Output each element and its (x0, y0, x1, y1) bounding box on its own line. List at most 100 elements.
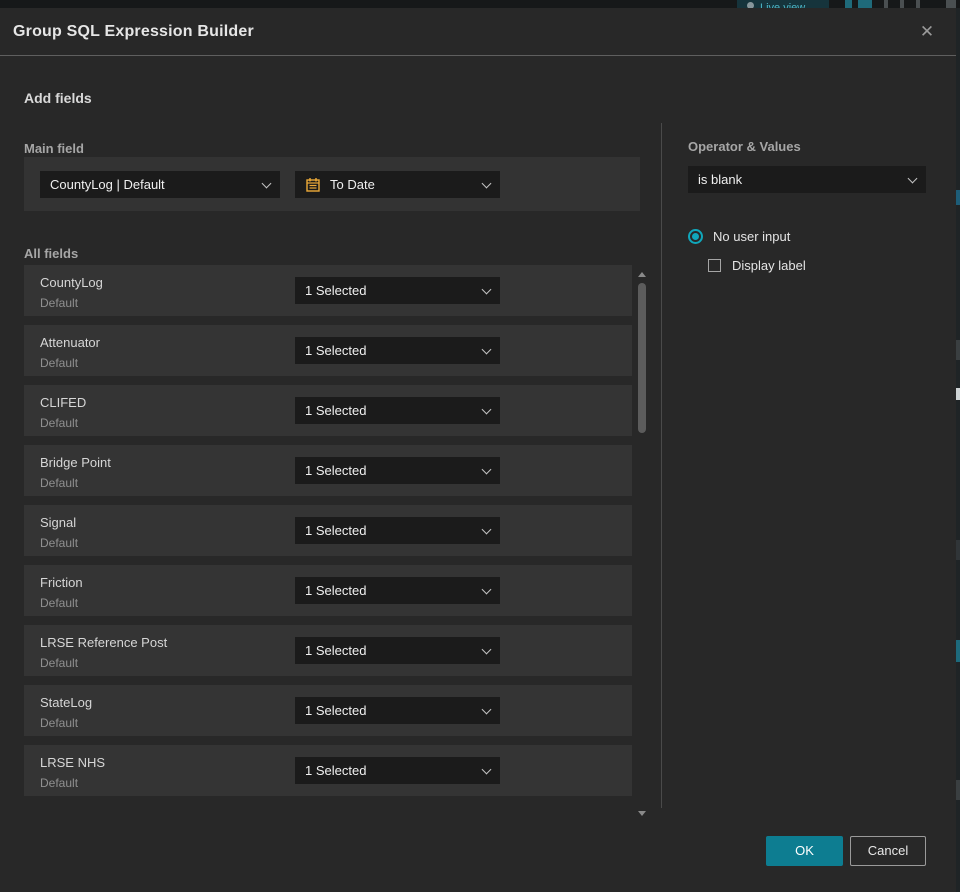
field-selection-value: 1 Selected (305, 643, 367, 658)
field-name: StateLog (40, 695, 93, 710)
chevron-down-icon (481, 704, 492, 714)
display-label-text: Display label (732, 258, 806, 273)
all-fields-label: All fields (24, 246, 79, 261)
main-field-dropdown[interactable]: CountyLog | Default (40, 171, 280, 198)
field-selection-dropdown[interactable]: 1 Selected (295, 757, 500, 784)
field-name: CountyLog (40, 275, 103, 290)
field-name: CLIFED (40, 395, 87, 410)
toolbar-icon-fragment (946, 0, 956, 8)
field-sub-label: Default (40, 596, 79, 610)
field-row: StateLog Default 1 Selected (24, 685, 632, 736)
field-name: LRSE Reference Post (40, 635, 168, 650)
field-name: Bridge Point (40, 455, 111, 470)
field-selection-value: 1 Selected (305, 283, 367, 298)
toolbar-icon-fragment (858, 0, 872, 8)
toolbar-icon-fragment (884, 0, 888, 8)
radio-selected-icon (688, 229, 703, 244)
checkbox-unchecked-icon (708, 259, 721, 272)
all-fields-list: CountyLog Default 1 Selected Attenuator … (24, 265, 632, 805)
calendar-icon (305, 177, 321, 193)
field-selection-value: 1 Selected (305, 403, 367, 418)
field-sub-label: Default (40, 716, 79, 730)
chevron-down-icon (481, 524, 492, 534)
background-fragment (956, 640, 960, 662)
field-selection-value: 1 Selected (305, 583, 367, 598)
field-sub-label: Default (40, 656, 79, 670)
field-selection-dropdown[interactable]: 1 Selected (295, 697, 500, 724)
operator-dropdown[interactable]: is blank (688, 166, 926, 193)
field-sub-label: Default (40, 416, 79, 430)
no-user-input-radio[interactable]: No user input (688, 229, 790, 244)
dialog-title: Group SQL Expression Builder (13, 22, 254, 40)
field-selection-dropdown[interactable]: 1 Selected (295, 637, 500, 664)
chevron-down-icon (481, 178, 492, 188)
field-selection-dropdown[interactable]: 1 Selected (295, 517, 500, 544)
fields-scrollbar[interactable] (637, 270, 647, 818)
panel-divider (661, 123, 662, 808)
field-name: Attenuator (40, 335, 100, 350)
field-sub-label: Default (40, 776, 79, 790)
chevron-down-icon (907, 173, 918, 183)
background-fragment (956, 540, 960, 560)
chevron-down-icon (481, 764, 492, 774)
operator-dropdown-value: is blank (698, 172, 743, 187)
field-name: Friction (40, 575, 83, 590)
field-row: Friction Default 1 Selected (24, 565, 632, 616)
chevron-down-icon (481, 584, 492, 594)
field-selection-dropdown[interactable]: 1 Selected (295, 577, 500, 604)
background-fragment (956, 780, 960, 800)
operator-values-label: Operator & Values (688, 139, 801, 154)
background-fragment (956, 388, 960, 400)
field-name: Signal (40, 515, 77, 530)
field-row: LRSE NHS Default 1 Selected (24, 745, 632, 796)
ok-button[interactable]: OK (766, 836, 843, 866)
background-fragment (956, 190, 960, 205)
field-row: CLIFED Default 1 Selected (24, 385, 632, 436)
field-row: CountyLog Default 1 Selected (24, 265, 632, 316)
field-selection-value: 1 Selected (305, 763, 367, 778)
background-app-edge (956, 8, 960, 892)
chevron-down-icon (481, 404, 492, 414)
toolbar-icon-fragment (845, 0, 852, 8)
add-fields-heading: Add fields (24, 90, 92, 106)
field-selection-dropdown[interactable]: 1 Selected (295, 277, 500, 304)
field-selection-value: 1 Selected (305, 463, 367, 478)
chevron-down-icon (481, 464, 492, 474)
main-field-container: CountyLog | Default To Date (24, 157, 640, 211)
toolbar-icon-fragment (916, 0, 920, 8)
field-row: Signal Default 1 Selected (24, 505, 632, 556)
main-field-dropdown-value: CountyLog | Default (50, 177, 165, 192)
chevron-down-icon (481, 284, 492, 294)
live-view-toggle[interactable]: Live view (737, 0, 829, 8)
field-selection-value: 1 Selected (305, 703, 367, 718)
scrollbar-thumb[interactable] (638, 283, 646, 433)
cancel-button[interactable]: Cancel (850, 836, 926, 866)
chevron-down-icon (481, 344, 492, 354)
field-selection-dropdown[interactable]: 1 Selected (295, 457, 500, 484)
field-sub-label: Default (40, 476, 79, 490)
toolbar-icon-fragment (900, 0, 904, 8)
chevron-down-icon (261, 178, 272, 188)
date-field-dropdown[interactable]: To Date (295, 171, 500, 198)
field-row: Bridge Point Default 1 Selected (24, 445, 632, 496)
field-row: LRSE Reference Post Default 1 Selected (24, 625, 632, 676)
field-sub-label: Default (40, 536, 79, 550)
display-label-checkbox[interactable]: Display label (708, 258, 806, 273)
chevron-down-icon (481, 644, 492, 654)
no-user-input-label: No user input (713, 229, 791, 244)
date-field-dropdown-value: To Date (330, 177, 375, 192)
background-app-toolbar: Live view (0, 0, 960, 8)
field-selection-value: 1 Selected (305, 343, 367, 358)
field-selection-dropdown[interactable]: 1 Selected (295, 337, 500, 364)
field-selection-dropdown[interactable]: 1 Selected (295, 397, 500, 424)
field-name: LRSE NHS (40, 755, 106, 770)
scroll-up-icon[interactable] (638, 272, 646, 277)
dialog-header: Group SQL Expression Builder ✕ (0, 8, 956, 56)
close-icon[interactable]: ✕ (915, 20, 939, 44)
radio-dot (692, 233, 699, 240)
field-sub-label: Default (40, 356, 79, 370)
main-field-label: Main field (24, 141, 84, 156)
group-sql-expression-builder-dialog: Group SQL Expression Builder ✕ Add field… (0, 8, 956, 892)
field-selection-value: 1 Selected (305, 523, 367, 538)
scroll-down-icon[interactable] (638, 811, 646, 816)
